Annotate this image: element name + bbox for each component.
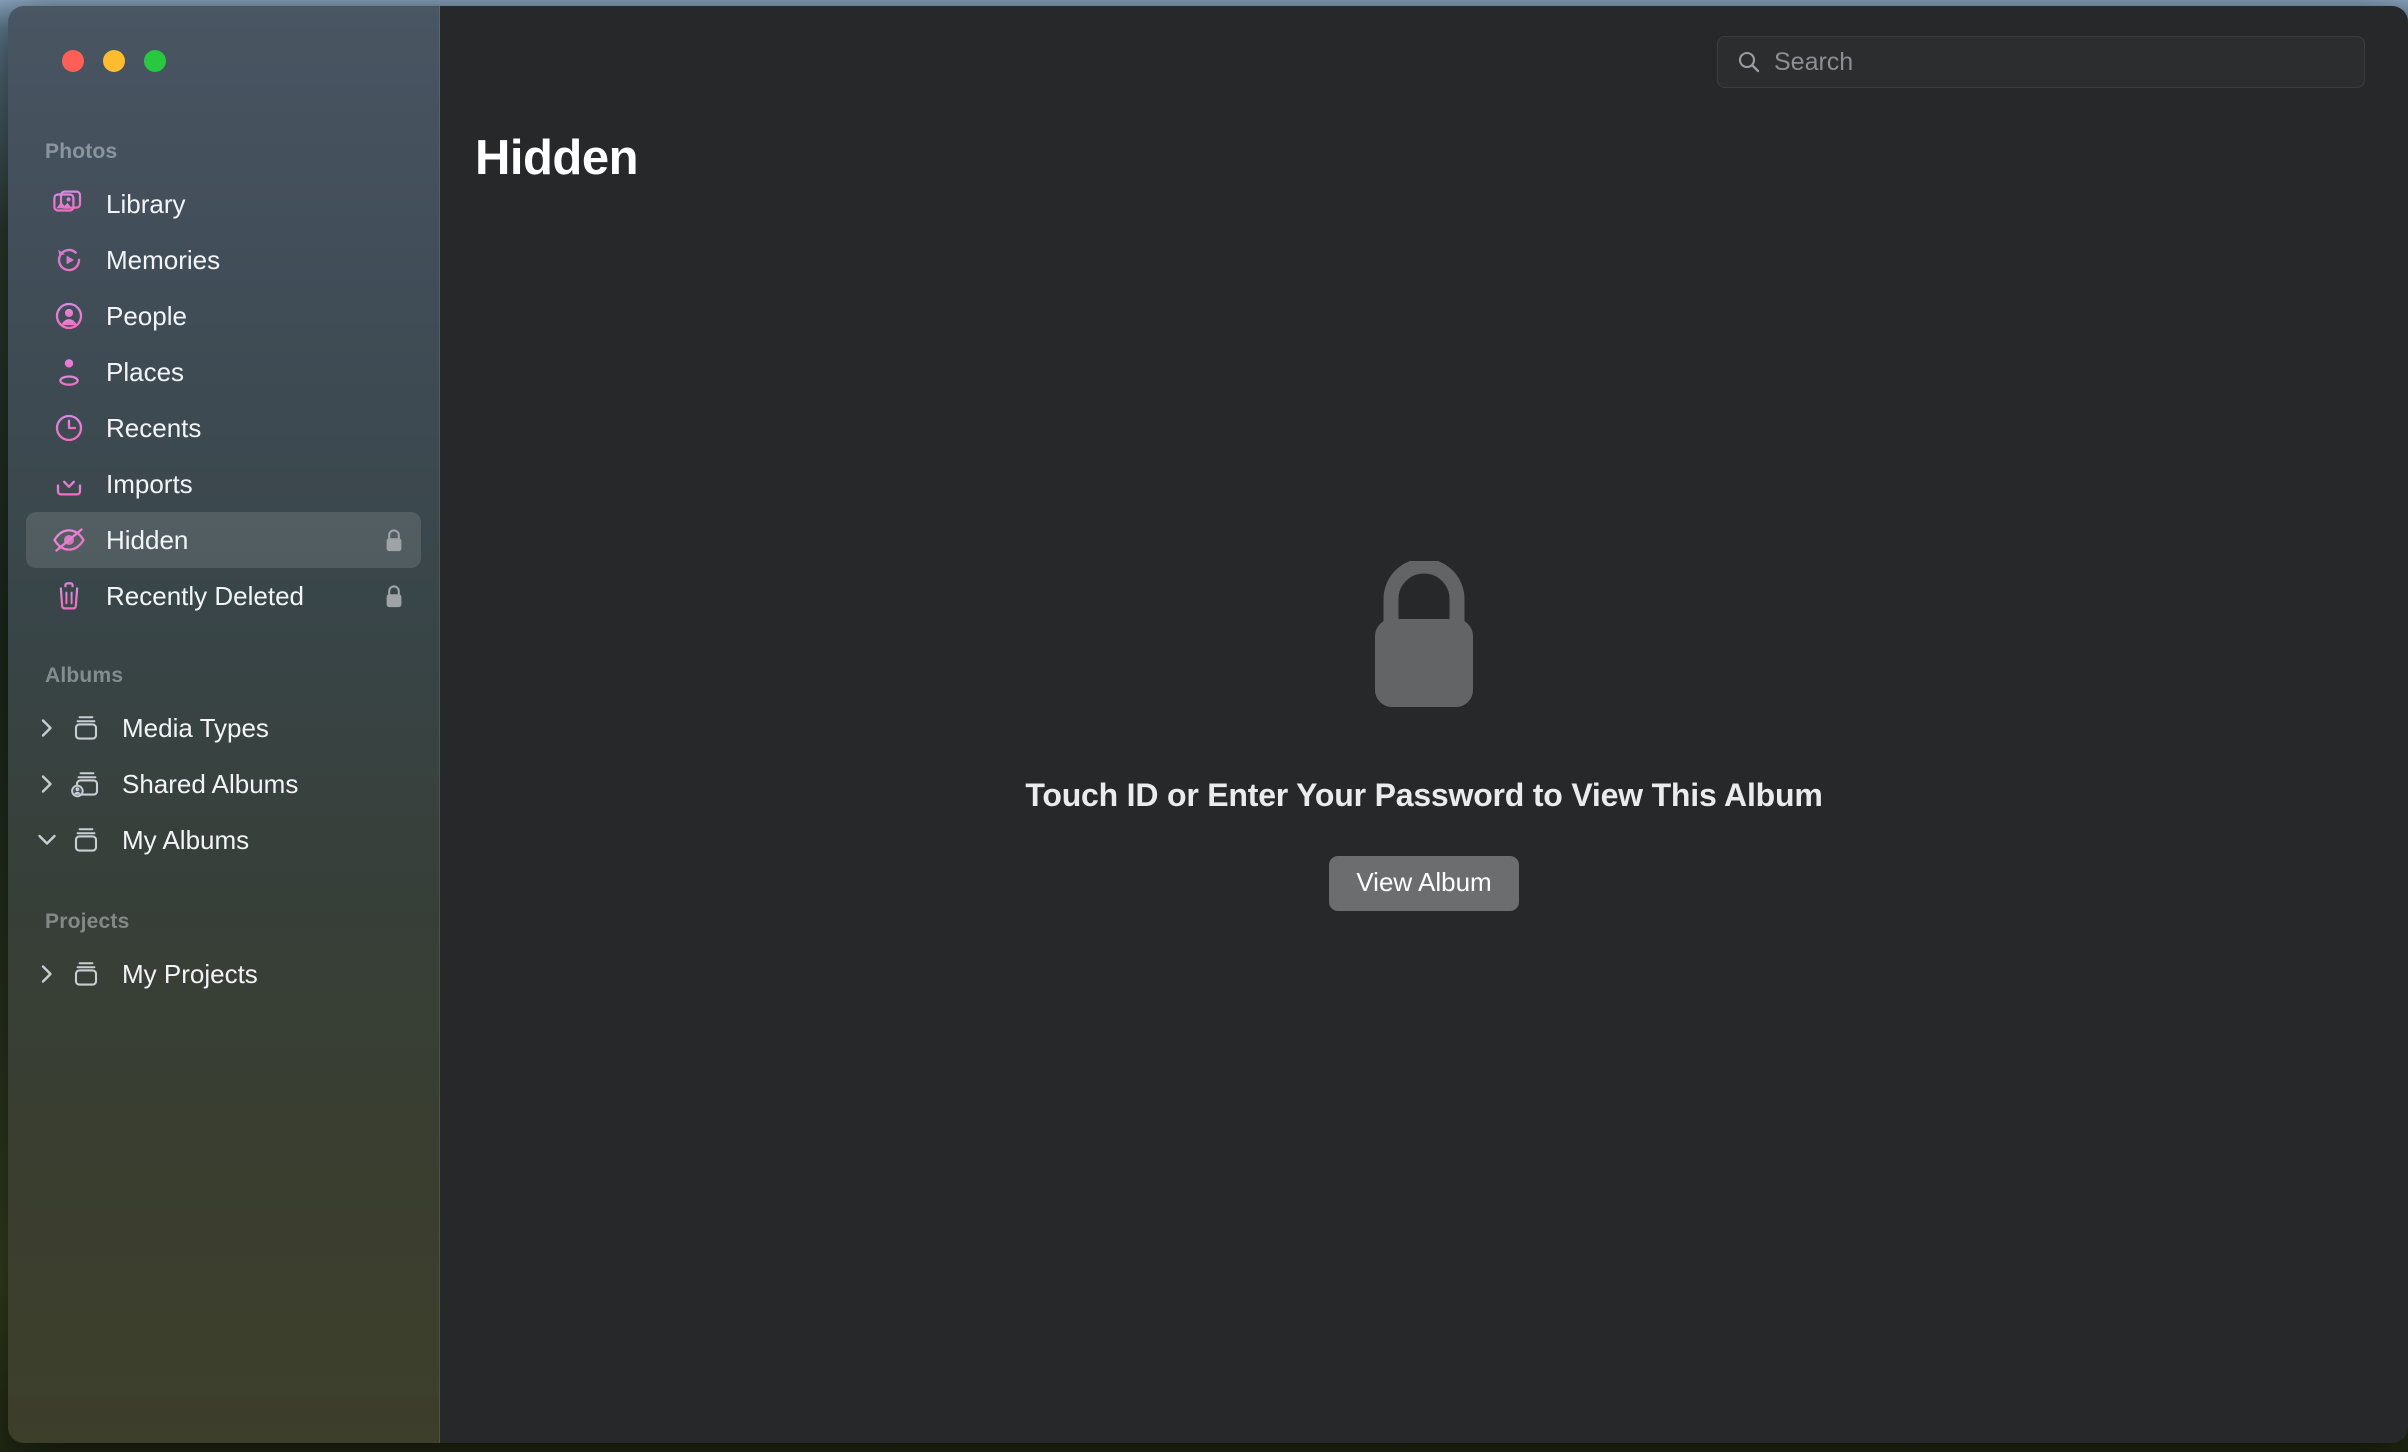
chevron-right-icon[interactable] <box>34 715 60 741</box>
chevron-right-icon[interactable] <box>34 961 60 987</box>
page-title: Hidden <box>475 131 639 185</box>
album-icon <box>68 959 104 989</box>
album-icon <box>68 825 104 855</box>
close-window-button[interactable] <box>62 50 84 72</box>
sidebar-item-media-types[interactable]: Media Types <box>26 700 421 756</box>
sidebar-group-photos: Library Memories People Places Recents I… <box>8 176 439 624</box>
person-circle-icon <box>52 301 86 331</box>
maximize-window-button[interactable] <box>144 50 166 72</box>
window-traffic-lights <box>8 6 439 72</box>
sidebar-item-imports[interactable]: Imports <box>26 456 421 512</box>
chevron-right-icon[interactable] <box>34 771 60 797</box>
sidebar-item-memories[interactable]: Memories <box>26 232 421 288</box>
sidebar-item-hidden[interactable]: Hidden <box>26 512 421 568</box>
import-tray-icon <box>52 469 86 499</box>
main-content: Hidden Touch ID or Enter Your Password t… <box>440 6 2408 1443</box>
search-field[interactable] <box>1717 36 2365 88</box>
sidebar: Photos Library Memories People Places Re… <box>8 6 440 1443</box>
sidebar-item-label: People <box>106 300 187 331</box>
sidebar-item-label: Library <box>106 188 186 219</box>
locked-album-state: Touch ID or Enter Your Password to View … <box>440 558 2408 911</box>
sidebar-group-albums: Media Types Shared Albums My Albums <box>8 700 439 868</box>
map-pin-icon <box>52 357 86 387</box>
sidebar-section-projects-title: Projects <box>45 910 130 933</box>
sidebar-section-albums-title: Albums <box>45 664 124 687</box>
sidebar-item-my-projects[interactable]: My Projects <box>26 946 421 1002</box>
chevron-down-icon[interactable] <box>34 827 60 853</box>
locked-album-message: Touch ID or Enter Your Password to View … <box>1025 777 1823 813</box>
lock-icon <box>383 583 405 609</box>
sidebar-item-people[interactable]: People <box>26 288 421 344</box>
sidebar-section-photos-title: Photos <box>45 140 118 163</box>
clock-icon <box>52 413 86 443</box>
padlock-closed-icon <box>1358 558 1490 713</box>
sidebar-item-label: Hidden <box>106 524 189 555</box>
sidebar-item-label: My Albums <box>122 824 250 855</box>
sidebar-item-label: Recently Deleted <box>106 580 304 611</box>
memories-play-icon <box>52 245 86 275</box>
sidebar-item-recently-deleted[interactable]: Recently Deleted <box>26 568 421 624</box>
photo-stack-icon <box>52 189 86 219</box>
eye-slash-icon <box>52 525 86 555</box>
minimize-window-button[interactable] <box>103 50 125 72</box>
sidebar-item-shared-albums[interactable]: Shared Albums <box>26 756 421 812</box>
sidebar-item-label: Memories <box>106 244 221 275</box>
shared-album-icon <box>68 769 104 799</box>
sidebar-item-label: My Projects <box>122 958 258 989</box>
sidebar-item-label: Imports <box>106 468 193 499</box>
search-icon <box>1736 49 1762 75</box>
sidebar-group-projects: My Projects <box>8 946 439 1002</box>
sidebar-item-places[interactable]: Places <box>26 344 421 400</box>
sidebar-item-label: Shared Albums <box>122 768 299 799</box>
view-album-button[interactable]: View Album <box>1329 856 1519 911</box>
sidebar-item-recents[interactable]: Recents <box>26 400 421 456</box>
sidebar-item-label: Recents <box>106 412 202 443</box>
lock-icon <box>383 527 405 553</box>
sidebar-item-label: Media Types <box>122 712 269 743</box>
trash-icon <box>52 581 86 611</box>
sidebar-item-library[interactable]: Library <box>26 176 421 232</box>
album-icon <box>68 713 104 743</box>
photos-app-window: Photos Library Memories People Places Re… <box>8 6 2408 1443</box>
search-input[interactable] <box>1762 47 2364 77</box>
sidebar-item-label: Places <box>106 356 185 387</box>
sidebar-item-my-albums[interactable]: My Albums <box>26 812 421 868</box>
